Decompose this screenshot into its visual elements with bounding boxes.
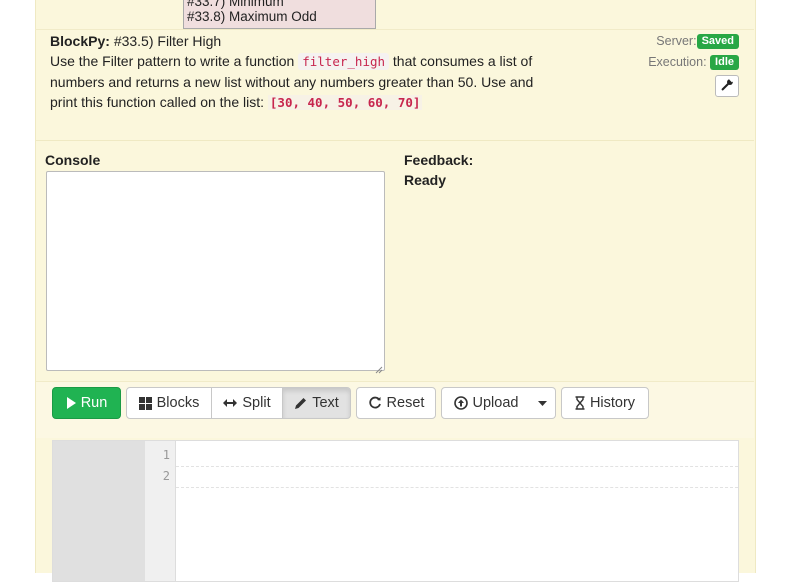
play-icon bbox=[66, 397, 76, 409]
caret-down-icon bbox=[538, 400, 547, 406]
divider bbox=[35, 29, 754, 30]
app-name: BlockPy: bbox=[50, 33, 110, 49]
resize-handle-icon[interactable] bbox=[375, 361, 383, 374]
run-label: Run bbox=[80, 395, 108, 411]
execution-status-badge: Idle bbox=[710, 55, 739, 70]
line-number: 2 bbox=[162, 469, 170, 483]
split-label: Split bbox=[242, 395, 271, 411]
arrows-horizontal-icon bbox=[223, 398, 238, 408]
run-button[interactable]: Run bbox=[52, 387, 121, 419]
divider bbox=[36, 140, 754, 141]
status-panel: Server: Saved Execution: Idle bbox=[648, 31, 739, 73]
upload-button[interactable]: Upload bbox=[441, 387, 531, 419]
reset-label: Reset bbox=[386, 395, 425, 411]
text-mode-button[interactable]: Text bbox=[283, 387, 351, 419]
grid-icon bbox=[138, 396, 152, 410]
hourglass-icon bbox=[575, 396, 585, 410]
problem-text-1: Use the Filter pattern to write a functi… bbox=[50, 53, 295, 69]
upload-options-button[interactable] bbox=[530, 387, 556, 419]
wrench-icon bbox=[721, 77, 734, 94]
execution-label: Execution: bbox=[648, 55, 707, 69]
text-label: Text bbox=[312, 395, 339, 411]
feedback-label: Feedback: bbox=[404, 152, 474, 168]
blocks-label: Blocks bbox=[156, 395, 200, 411]
editor-margin bbox=[53, 441, 145, 581]
server-status-badge: Saved bbox=[696, 34, 739, 49]
settings-button[interactable] bbox=[715, 75, 739, 97]
problem-option[interactable]: #33.8) Maximum Odd bbox=[184, 9, 375, 24]
list-literal-code: [30, 40, 50, 60, 70] bbox=[267, 95, 423, 110]
split-mode-button[interactable]: Split bbox=[212, 387, 283, 419]
blocks-mode-button[interactable]: Blocks bbox=[126, 387, 212, 419]
line-number: 1 bbox=[162, 448, 170, 462]
problem-option[interactable]: #33.7) Minimum bbox=[184, 0, 375, 9]
pencil-icon bbox=[294, 397, 307, 410]
upload-circle-icon bbox=[453, 396, 468, 410]
console-label: Console bbox=[45, 152, 101, 168]
code-editor[interactable]: 1 2 bbox=[52, 440, 739, 582]
reset-button[interactable]: Reset bbox=[356, 387, 436, 419]
history-button[interactable]: History bbox=[561, 387, 649, 419]
console-output[interactable] bbox=[46, 171, 385, 374]
code-line[interactable] bbox=[176, 466, 738, 488]
line-number-gutter bbox=[145, 441, 176, 581]
problem-title: #33.5) Filter High bbox=[113, 33, 222, 49]
upload-label: Upload bbox=[472, 395, 519, 411]
history-label: History bbox=[589, 395, 636, 411]
problem-description: BlockPy: #33.5) Filter High Use the Filt… bbox=[50, 31, 560, 113]
function-name-code: filter_high bbox=[298, 53, 390, 70]
code-line[interactable] bbox=[176, 445, 738, 467]
feedback-message: Ready bbox=[404, 172, 447, 188]
problem-select-list[interactable]: #33.7) Minimum #33.8) Maximum Odd bbox=[183, 0, 376, 29]
refresh-icon bbox=[368, 396, 382, 410]
server-label: Server: bbox=[656, 34, 697, 48]
